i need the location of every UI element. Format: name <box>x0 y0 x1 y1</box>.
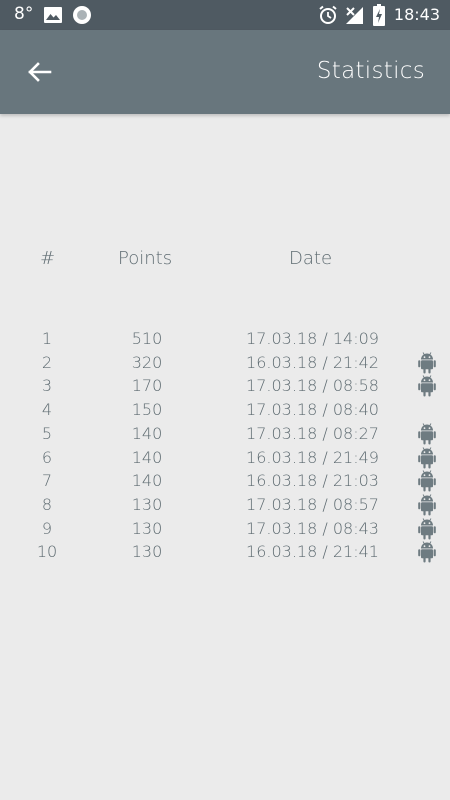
points-cell: 140 <box>131 448 163 467</box>
header-rank: # <box>40 248 56 269</box>
circle-notification-icon <box>73 6 91 24</box>
date-cell: 16.03.18 / 21:41 <box>246 542 379 561</box>
rank-cell: 5 <box>41 424 53 443</box>
arrow-back-icon <box>28 62 52 82</box>
header-date: Date <box>289 248 333 269</box>
back-button[interactable] <box>20 52 60 92</box>
page-title: Statistics <box>316 58 425 84</box>
temperature-indicator: 8° <box>14 4 34 24</box>
points-cell: 170 <box>131 376 163 395</box>
status-bar: 8° 18:43 <box>0 0 450 30</box>
points-cell: 130 <box>131 542 163 561</box>
android-icon <box>416 375 438 397</box>
date-cell: 17.03.18 / 08:43 <box>246 519 379 538</box>
alarm-icon <box>319 5 337 24</box>
points-cell: 140 <box>131 471 163 490</box>
rank-cell: 1 <box>41 329 53 348</box>
android-icon <box>416 447 438 469</box>
date-cell: 17.03.18 / 08:40 <box>246 400 379 419</box>
rank-cell: 9 <box>41 519 53 538</box>
app-bar: Statistics <box>0 30 450 114</box>
points-cell: 150 <box>131 400 163 419</box>
rank-cell: 2 <box>41 353 53 372</box>
android-icon <box>416 470 438 492</box>
rank-cell: 8 <box>41 495 53 514</box>
status-time: 18:43 <box>393 5 440 24</box>
date-cell: 16.03.18 / 21:49 <box>246 448 379 467</box>
battery-charging-icon <box>373 4 385 26</box>
date-cell: 17.03.18 / 14:09 <box>246 329 379 348</box>
android-icon <box>416 494 438 516</box>
points-cell: 140 <box>131 424 163 443</box>
rank-cell: 6 <box>41 448 53 467</box>
android-icon <box>416 423 438 445</box>
rank-cell: 10 <box>36 542 58 561</box>
image-notification-icon <box>44 7 62 23</box>
date-cell: 17.03.18 / 08:57 <box>246 495 379 514</box>
date-cell: 16.03.18 / 21:42 <box>246 353 379 372</box>
date-cell: 17.03.18 / 08:58 <box>246 376 379 395</box>
header-points: Points <box>118 248 173 269</box>
date-cell: 16.03.18 / 21:03 <box>246 471 379 490</box>
rank-cell: 3 <box>41 376 53 395</box>
date-cell: 17.03.18 / 08:27 <box>246 424 379 443</box>
points-cell: 320 <box>131 353 163 372</box>
android-icon <box>416 541 438 563</box>
android-icon <box>416 518 438 540</box>
android-icon <box>416 352 438 374</box>
rank-cell: 7 <box>41 471 53 490</box>
points-cell: 130 <box>131 519 163 538</box>
no-signal-icon <box>346 7 363 24</box>
points-cell: 130 <box>131 495 163 514</box>
rank-cell: 4 <box>41 400 53 419</box>
points-cell: 510 <box>131 329 163 348</box>
